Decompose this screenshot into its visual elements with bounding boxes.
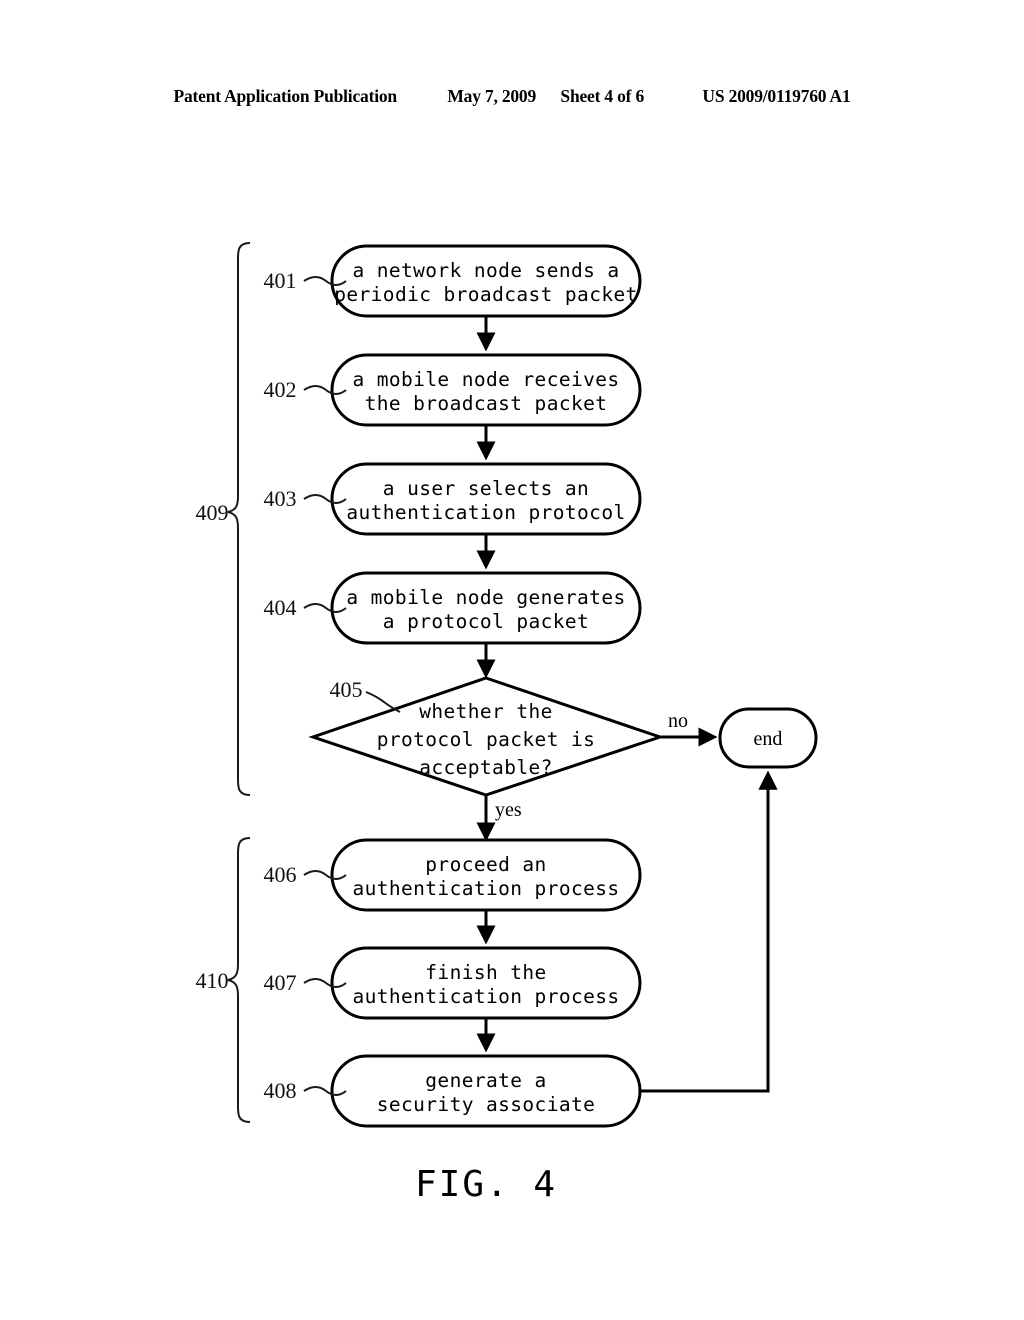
- node-403-line1: a user selects an: [383, 477, 589, 500]
- node-404-line1: a mobile node generates: [346, 586, 625, 609]
- node-403-line2: authentication protocol: [346, 501, 625, 524]
- flow-node-406[interactable]: proceed an authentication process 406: [264, 838, 642, 912]
- node-402-line2: the broadcast packet: [365, 392, 608, 415]
- flow-node-405-decision[interactable]: whether the protocol packet is acceptabl…: [308, 676, 665, 797]
- flow-node-401[interactable]: a network node sends a periodic broadcas…: [264, 244, 642, 318]
- node-402-line1: a mobile node receives: [352, 368, 619, 391]
- node-403-ref: 403: [264, 486, 297, 511]
- branch-label-no: no: [668, 710, 688, 732]
- node-407-line1: finish the: [425, 961, 546, 984]
- flow-node-407[interactable]: finish the authentication process 407: [264, 946, 642, 1020]
- brace-409-path: [227, 242, 251, 796]
- node-401-line2: periodic broadcast packet: [334, 283, 638, 306]
- group-ref-410: 410: [196, 968, 229, 993]
- node-401-line1: a network node sends a: [352, 259, 619, 282]
- group-ref-409: 409: [196, 500, 229, 525]
- node-407-ref: 407: [264, 970, 297, 995]
- branch-label-yes: yes: [495, 799, 522, 821]
- node-401-ref: 401: [264, 268, 297, 293]
- node-406-ref: 406: [264, 862, 297, 887]
- flow-node-408[interactable]: generate a security associate 408: [264, 1054, 642, 1128]
- arrow-408-to-end-return: [640, 770, 778, 1093]
- node-405-line3: acceptable?: [419, 756, 553, 779]
- flow-node-404[interactable]: a mobile node generates a protocol packe…: [264, 571, 642, 645]
- flow-node-402[interactable]: a mobile node receives the broadcast pac…: [264, 353, 642, 427]
- group-brace-409: 409: [196, 242, 251, 796]
- group-brace-410: 410: [196, 837, 251, 1123]
- node-405-line1: whether the: [419, 700, 553, 723]
- node-407-line2: authentication process: [352, 985, 619, 1008]
- node-406-line1: proceed an: [425, 853, 546, 876]
- node-405-leader: [365, 691, 401, 713]
- flow-node-end[interactable]: end: [718, 707, 818, 769]
- node-406-line2: authentication process: [352, 877, 619, 900]
- node-405-ref: 405: [330, 677, 363, 702]
- node-404-line2: a protocol packet: [383, 610, 589, 633]
- node-408-ref: 408: [264, 1078, 297, 1103]
- node-404-ref: 404: [264, 595, 297, 620]
- node-408-line1: generate a: [425, 1069, 546, 1092]
- brace-410-path: [227, 837, 251, 1123]
- node-408-line2: security associate: [377, 1093, 596, 1116]
- node-402-ref: 402: [264, 377, 297, 402]
- node-405-line2: protocol packet is: [377, 728, 596, 751]
- node-end-label: end: [754, 728, 783, 750]
- figure-caption: FIG. 4: [415, 1164, 557, 1205]
- figure-4-flowchart: 409 410 a network node sends a periodic …: [196, 242, 818, 1205]
- flow-node-403[interactable]: a user selects an authentication protoco…: [264, 462, 642, 536]
